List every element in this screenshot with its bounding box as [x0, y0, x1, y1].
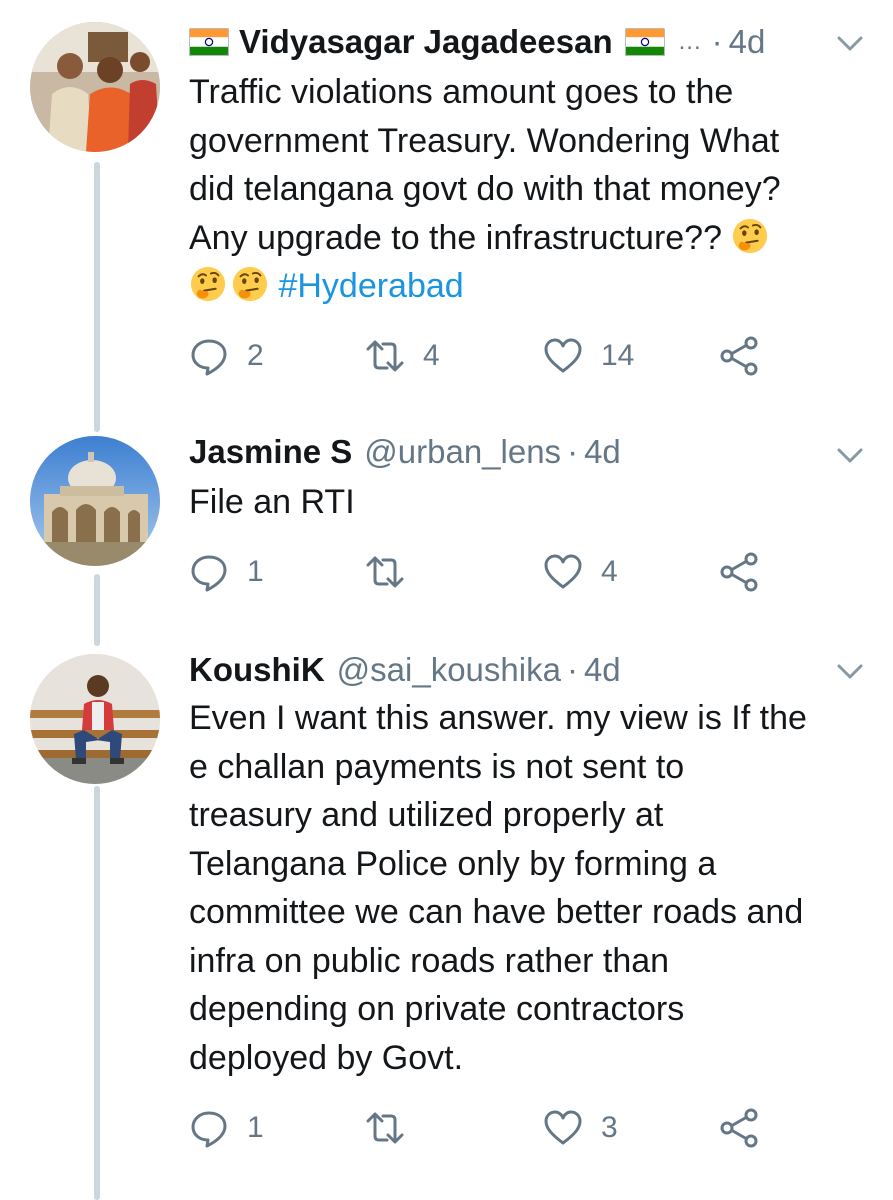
handle[interactable]: @sai_koushika: [337, 651, 561, 689]
tweet-text-line: Even I want this answer. my view is If t…: [189, 699, 807, 737]
tweet-text: Traffic violations amount goes to the go…: [189, 68, 869, 311]
tweet-text-line: e challan payments is not sent to: [189, 747, 685, 786]
tweet-text-line: Any upgrade to the infrastructure??: [189, 214, 869, 263]
like-count: 3: [601, 1111, 618, 1144]
like-icon: [543, 1108, 583, 1148]
tweet-text: Even I want this answer. my view is If t…: [189, 694, 869, 1082]
display-name[interactable]: Jasmine S: [189, 433, 352, 471]
like-icon: [543, 552, 583, 592]
tweet-text-line: infra on public roads rather than: [189, 941, 670, 980]
like-count: 14: [601, 339, 635, 372]
tweet[interactable]: Vidyasagar Jagadeesan ... · 4d Traffic v…: [0, 0, 893, 420]
thinking-face-emoji: [731, 217, 769, 255]
retweet-icon: [365, 336, 405, 376]
timestamp[interactable]: 4d: [584, 651, 621, 689]
timestamp[interactable]: 4d: [729, 23, 766, 61]
reply-count: 1: [247, 1111, 264, 1144]
tweet[interactable]: Jasmine S @urban_lens · 4d File an RTI 1…: [0, 420, 893, 640]
retweet-icon: [365, 552, 405, 592]
tweet-text: File an RTI: [189, 478, 869, 527]
avatar[interactable]: [30, 436, 160, 566]
reply-count: 1: [247, 555, 264, 588]
hashtag-link[interactable]: #Hyderabad: [278, 267, 463, 305]
reply-button[interactable]: 1: [189, 552, 264, 592]
tweet-actions: 2 4 14: [189, 336, 789, 380]
reply-count: 2: [247, 339, 264, 372]
tweet-actions: 1 4: [189, 552, 789, 596]
retweet-button[interactable]: 4: [365, 336, 440, 376]
share-button[interactable]: [719, 1108, 759, 1148]
reply-icon: [189, 1108, 229, 1148]
thinking-face-emoji: [189, 265, 227, 303]
retweet-button[interactable]: [365, 1108, 423, 1148]
retweet-button[interactable]: [365, 552, 423, 592]
reply-button[interactable]: 2: [189, 336, 264, 376]
tweet-text-line: treasury and utilized properly at: [189, 796, 664, 834]
handle[interactable]: @urban_lens: [364, 433, 561, 471]
reply-icon: [189, 336, 229, 376]
caret-down-icon[interactable]: [835, 440, 865, 470]
tweet-header: Vidyasagar Jagadeesan ... · 4d: [189, 20, 863, 64]
separator-dot: ·: [566, 651, 578, 688]
separator-dot: ·: [567, 433, 579, 470]
reply-button[interactable]: 1: [189, 1108, 264, 1148]
thinking-face-emoji: [231, 265, 269, 303]
display-name[interactable]: Vidyasagar Jagadeesan: [239, 23, 613, 61]
caret-down-icon[interactable]: [835, 656, 865, 686]
tweet-text-line: Telangana Police only by forming a: [189, 844, 717, 883]
share-icon: [719, 1108, 759, 1148]
like-icon: [543, 336, 583, 376]
retweet-icon: [365, 1108, 405, 1148]
like-count: 4: [601, 555, 618, 588]
india-flag-icon: [189, 28, 229, 56]
caret-down-icon[interactable]: [835, 28, 865, 58]
tweet-text-line: File an RTI: [189, 483, 355, 521]
tweet-actions: 1 3: [189, 1108, 789, 1152]
tweet[interactable]: KoushiK @sai_koushika · 4d Even I want t…: [0, 640, 893, 1200]
share-button[interactable]: [719, 552, 759, 592]
india-flag-icon: [625, 28, 665, 56]
share-icon: [719, 336, 759, 376]
timestamp[interactable]: 4d: [584, 433, 621, 471]
tweet-text-line: Traffic violations amount goes to the: [189, 73, 734, 111]
avatar[interactable]: [30, 654, 160, 784]
separator-dot: ·: [711, 23, 723, 60]
share-icon: [719, 552, 759, 592]
tweet-text-line: government Treasury. Wondering What: [189, 121, 780, 160]
avatar[interactable]: [30, 22, 160, 152]
handle-truncated: ...: [678, 28, 702, 55]
tweet-text-line: #Hyderabad: [189, 262, 869, 311]
tweet-text-line: committee we can have better roads and: [189, 893, 804, 931]
tweet-text-line: did telangana govt do with that money?: [189, 170, 781, 208]
share-button[interactable]: [719, 336, 759, 376]
like-button[interactable]: 4: [543, 552, 618, 592]
retweet-count: 4: [423, 339, 440, 372]
tweet-text-line: depending on private contractors: [189, 990, 685, 1028]
tweet-text-line-text: Any upgrade to the infrastructure??: [189, 218, 722, 257]
like-button[interactable]: 3: [543, 1108, 618, 1148]
reply-icon: [189, 552, 229, 592]
tweet-text-line: deployed by Govt.: [189, 1038, 464, 1077]
tweet-header: Jasmine S @urban_lens · 4d: [189, 430, 863, 474]
tweet-header: KoushiK @sai_koushika · 4d: [189, 648, 863, 692]
like-button[interactable]: 14: [543, 336, 634, 376]
display-name[interactable]: KoushiK: [189, 651, 325, 689]
